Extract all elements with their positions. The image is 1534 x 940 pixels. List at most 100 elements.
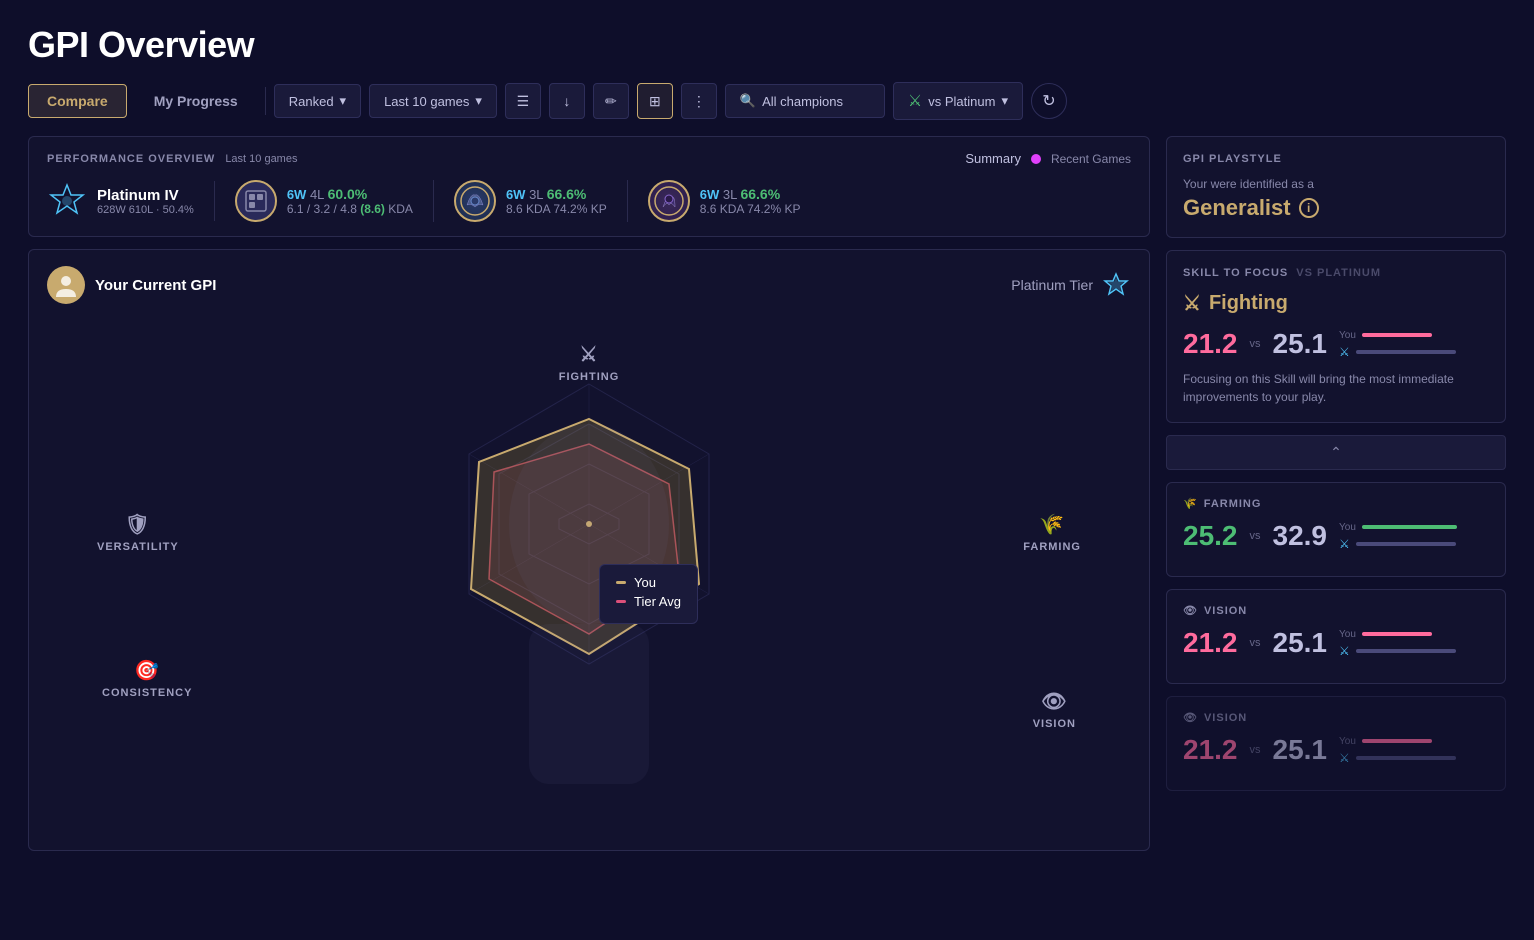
summary-dot [1031,154,1041,164]
recent-games-label[interactable]: Recent Games [1051,152,1131,166]
vision-bar-you-label: You [1339,629,1356,640]
champ2-icon [648,180,690,222]
fighting-bar-you [1362,333,1432,337]
farming-bar-avg-row: ⚔ [1339,537,1457,551]
sort-icon[interactable]: ↓ [549,83,585,119]
fighting-icon: ⚔ [580,342,599,367]
consistency-icon: 🎯 [134,658,160,683]
champ1-wl: 6W 3L 66.6% [506,186,607,202]
your-gpi: Your Current GPI [47,266,216,304]
perf-header: PERFORMANCE OVERVIEW Last 10 games Summa… [47,151,1131,166]
champ2-section: 6W 3L 66.6% 8.6 KDA [628,180,821,222]
farming-card: 🌾 FARMING 25.2 vs 32.9 You ⚔ [1166,482,1506,577]
vision-label: 👁 VISION [1033,689,1076,730]
vision-card-2: 👁 VISION 21.2 vs 25.1 You ⚔ [1166,696,1506,791]
toolbar: Compare My Progress Ranked ▾ Last 10 gam… [28,82,1506,120]
fighting-bar-you-label: You [1339,330,1356,341]
perf-body: Platinum IV 628W 610L · 50.4% [47,180,1131,222]
playstyle-info-icon[interactable]: i [1299,198,1319,218]
versatility-label: 🛡 VERSATILITY [97,512,179,553]
farming-bar-you [1362,525,1457,529]
chart-area: Your Current GPI Platinum Tier [28,249,1150,851]
edit-icon[interactable]: ✏ [593,83,629,119]
fighting-score-vs: vs [1250,338,1261,350]
vs-platinum-dropdown[interactable]: ⚔ vs Platinum ▾ [893,82,1023,120]
champ2-info: 6W 3L 66.6% 8.6 KDA [700,186,801,216]
fighting-bar-avg [1356,350,1456,354]
fighting-skill-desc: Focusing on this Skill will bring the mo… [1183,370,1489,406]
fighting-label: ⚔ FIGHTING [559,342,620,383]
fighting-skill-label: ⚔ Fighting [1183,291,1489,316]
farming-title: 🌾 FARMING [1183,497,1489,510]
consistency-label: 🎯 CONSISTENCY [102,658,192,699]
tooltip-avg-dot [616,600,626,603]
platinum-tier-label: Platinum Tier [1011,277,1093,293]
versatility-icon: 🛡 [125,512,151,537]
fighting-score-you: 21.2 [1183,328,1238,360]
page-title: GPI Overview [28,24,1506,66]
vision-2-title: 👁 VISION [1183,711,1489,724]
vision-2-bar-avg-row: ⚔ [1339,751,1456,765]
view-icon-1[interactable]: ☰ [505,83,541,119]
right-panel: GPI PLAYSTYLE Your were identified as a … [1166,136,1506,851]
perf-header-left: PERFORMANCE OVERVIEW Last 10 games [47,153,297,165]
farming-score-vs: vs [1250,530,1261,542]
farming-score-avg: 32.9 [1273,520,1328,552]
win-rate-1: 60.0% [328,186,368,202]
farming-score-compare: 25.2 vs 32.9 You ⚔ [1183,520,1489,552]
queue-icon [235,180,277,222]
gpi-playstyle-card: GPI PLAYSTYLE Your were identified as a … [1166,136,1506,238]
grid-icon[interactable]: ⊞ [637,83,673,119]
fighting-bar-avg-row: ⚔ [1339,345,1456,359]
platinum-tier: Platinum Tier [1011,270,1131,300]
radar-svg [309,324,869,824]
fighting-score-compare: 21.2 vs 25.1 You ⚔ [1183,328,1489,360]
vision-bar-avg [1356,649,1456,653]
tooltip-you-dot [616,581,626,584]
champ1-kda: 8.6 KDA 74.2% KP [506,202,607,216]
farming-bar-you-label: You [1339,522,1356,533]
champ2-wl: 6W 3L 66.6% [700,186,801,202]
search-bar[interactable]: 🔍 All champions [725,84,885,118]
vision-bar-you [1362,632,1432,636]
ranked-dropdown[interactable]: Ranked ▾ [274,84,361,118]
vision-2-score-bars: You ⚔ [1339,736,1456,765]
vision-2-score-you: 21.2 [1183,734,1238,766]
compare-tab[interactable]: Compare [28,84,127,118]
vision-bar-avg-icon: ⚔ [1339,644,1350,658]
vision-score-compare: 21.2 vs 25.1 You ⚔ [1183,627,1489,659]
fighting-score-bars: You ⚔ [1339,330,1456,359]
rank-name: Platinum IV [97,187,194,204]
vision-score-avg: 25.1 [1273,627,1328,659]
tooltip-avg-row: Tier Avg [616,594,681,609]
farming-label: 🌾 FARMING [1023,512,1081,553]
wl-row-1: 6W 4L 60.0% [287,186,413,202]
rank-icon [47,181,87,221]
left-panel: PERFORMANCE OVERVIEW Last 10 games Summa… [28,136,1150,851]
stat1-info: 6W 4L 60.0% 6.1 / 3.2 / 4.8 (8.6) KDA [287,186,413,216]
info-icon-toolbar[interactable]: ⋮ [681,83,717,119]
collapse-button[interactable]: ⌃ [1166,435,1506,470]
radar-container: ⚔ FIGHTING 🌾 FARMING 👁 VISION 🎯 CONSISTE… [47,314,1131,834]
rank-section: Platinum IV 628W 610L · 50.4% [47,181,215,221]
vision-icon: 👁 [1041,689,1067,714]
summary-label[interactable]: Summary [965,151,1021,166]
farming-bar-you-row: You [1339,522,1457,533]
perf-title: PERFORMANCE OVERVIEW [47,153,215,165]
wins-1: 6W [287,187,307,202]
vision-title: 👁 VISION [1183,604,1489,617]
tooltip-avg-label: Tier Avg [634,594,681,609]
champ1-info: 6W 3L 66.6% 8.6 KDA 74.2% [506,186,607,216]
radar-tooltip: You Tier Avg [599,564,698,624]
farming-icon: 🌾 [1039,512,1065,537]
your-gpi-label: Your Current GPI [95,277,216,294]
identified-as: Your were identified as a [1183,177,1489,191]
vision-2-score-compare: 21.2 vs 25.1 You ⚔ [1183,734,1489,766]
my-progress-tab[interactable]: My Progress [135,84,257,118]
vision-2-bar-you [1362,739,1432,743]
refresh-button[interactable]: ↻ [1031,83,1067,119]
farming-score-bars: You ⚔ [1339,522,1457,551]
fighting-bar-avg-icon: ⚔ [1339,345,1350,359]
perf-subtitle: Last 10 games [225,153,297,165]
last-10-dropdown[interactable]: Last 10 games ▾ [369,84,497,118]
